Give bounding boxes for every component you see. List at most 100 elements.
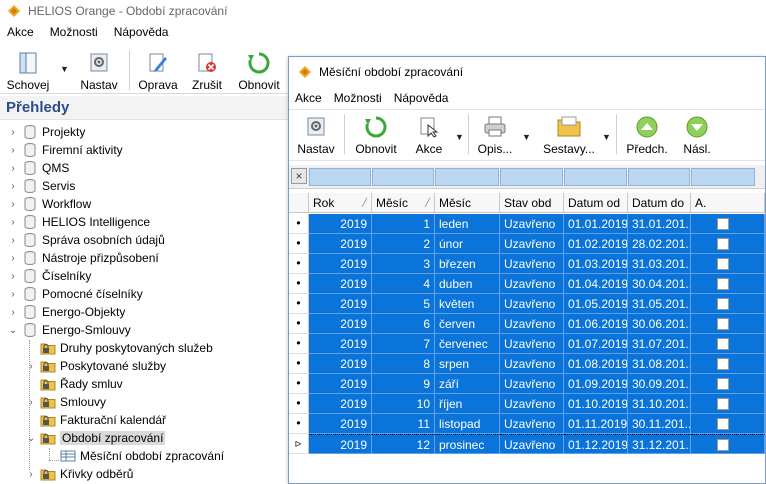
child-opis-button[interactable]: Opis... [475, 112, 515, 156]
cell-od[interactable]: 01.12.2019 [564, 434, 628, 454]
column-header-nazev[interactable]: Měsíc [435, 193, 500, 213]
table-row[interactable]: • 2019 10 říjen Uzavřeno 01.10.2019 31.10.201.… [289, 394, 765, 414]
cell-od[interactable]: 01.06.2019 [564, 314, 628, 334]
chevron-right-icon[interactable]: › [6, 307, 20, 318]
table-row[interactable]: • 2019 11 listopad Uzavřeno 01.11.2019 30.11.2… [289, 414, 765, 434]
tree-item-krivky-odberu[interactable]: › Křivky odběrů [24, 465, 133, 483]
chevron-down-icon[interactable]: ⌄ [24, 433, 38, 444]
tree-item-energo-objekty[interactable]: › Energo-Objekty [6, 303, 125, 321]
tree-item-firemni-aktivity[interactable]: › Firemní aktivity [6, 141, 123, 159]
tree-item-qms[interactable]: › QMS [6, 159, 69, 177]
table-row[interactable]: • 2019 2 únor Uzavřeno 01.02.2019 28.02.201... [289, 234, 765, 254]
cell-nazev[interactable]: květen [435, 294, 500, 314]
chevron-right-icon[interactable]: › [6, 199, 20, 210]
tree-item-servis[interactable]: › Servis [6, 177, 75, 195]
cell-rok[interactable]: 2019 [309, 214, 372, 234]
filter-mesic-input[interactable] [372, 168, 434, 186]
cell-stav[interactable]: Uzavřeno [500, 234, 564, 254]
table-row[interactable]: • 2019 8 srpen Uzavřeno 01.08.2019 31.08.201..… [289, 354, 765, 374]
cell-nazev[interactable]: prosinec [435, 434, 500, 454]
tree-item-smlouvy[interactable]: › Smlouvy [24, 393, 106, 411]
cell-nazev[interactable]: únor [435, 234, 500, 254]
cell-do[interactable]: 31.10.201... [628, 394, 691, 414]
cell-mesic[interactable]: 5 [372, 294, 435, 314]
row-selector-icon[interactable]: • [289, 314, 309, 334]
child-akce-button[interactable]: Akce [409, 112, 449, 156]
cell-stav[interactable]: Uzavřeno [500, 374, 564, 394]
schovej-button[interactable]: Schovej [6, 48, 50, 92]
chevron-down-icon[interactable]: ⌄ [6, 325, 20, 336]
active-checkbox[interactable] [717, 358, 729, 370]
akce-dropdown-icon[interactable]: ▼ [455, 132, 464, 142]
current-row-indicator-icon[interactable]: ▹ [289, 434, 309, 454]
cell-do[interactable]: 31.08.201... [628, 354, 691, 374]
cell-nazev[interactable]: srpen [435, 354, 500, 374]
chevron-right-icon[interactable]: › [6, 235, 20, 246]
tree-item-druhy-poskytovanych-sluzeb[interactable]: Druhy poskytovaných služeb [24, 339, 213, 357]
cell-rok[interactable]: 2019 [309, 274, 372, 294]
cell-rok[interactable]: 2019 [309, 394, 372, 414]
row-selector-icon[interactable]: • [289, 394, 309, 414]
table-row[interactable]: • 2019 3 březen Uzavřeno 01.03.2019 31.03.201.… [289, 254, 765, 274]
cell-nazev[interactable]: březen [435, 254, 500, 274]
cell-do[interactable]: 31.05.201... [628, 294, 691, 314]
cell-od[interactable]: 01.02.2019 [564, 234, 628, 254]
cell-do[interactable]: 31.03.201... [628, 254, 691, 274]
active-checkbox[interactable] [717, 398, 729, 410]
cell-mesic[interactable]: 4 [372, 274, 435, 294]
active-checkbox[interactable] [717, 318, 729, 330]
menu-napoveda[interactable]: Nápověda [111, 25, 172, 39]
cell-mesic[interactable]: 7 [372, 334, 435, 354]
clear-filter-icon[interactable]: × [291, 168, 307, 184]
chevron-right-icon[interactable]: › [24, 361, 38, 372]
cell-mesic[interactable]: 10 [372, 394, 435, 414]
row-selector-icon[interactable]: • [289, 294, 309, 314]
cell-rok[interactable]: 2019 [309, 314, 372, 334]
column-header-mesic[interactable]: Měsíc ╱ [372, 193, 435, 213]
cell-do[interactable]: 30.09.201... [628, 374, 691, 394]
child-menu-moznosti[interactable]: Možnosti [334, 91, 382, 105]
table-row[interactable]: • 2019 7 červenec Uzavřeno 01.07.2019 31.07.20… [289, 334, 765, 354]
active-checkbox[interactable] [717, 378, 729, 390]
schovej-dropdown-icon[interactable]: ▼ [60, 64, 69, 74]
cell-mesic[interactable]: 3 [372, 254, 435, 274]
cell-stav[interactable]: Uzavřeno [500, 434, 564, 454]
cell-mesic[interactable]: 6 [372, 314, 435, 334]
row-selector-icon[interactable]: • [289, 414, 309, 434]
active-checkbox[interactable] [717, 278, 729, 290]
column-header-stav[interactable]: Stav obd [500, 193, 564, 213]
table-row[interactable]: • 2019 5 květen Uzavřeno 01.05.2019 31.05.201.… [289, 294, 765, 314]
column-header-datum-od[interactable]: Datum od [564, 193, 628, 213]
cell-rok[interactable]: 2019 [309, 434, 372, 454]
table-row[interactable]: ▹ 2019 12 prosinec Uzavřeno 01.12.2019 31.12.2… [289, 434, 765, 454]
cell-do[interactable]: 28.02.201... [628, 234, 691, 254]
filter-rok-input[interactable] [309, 168, 371, 186]
cell-do[interactable]: 30.04.201... [628, 274, 691, 294]
cell-do[interactable]: 31.07.201... [628, 334, 691, 354]
active-checkbox[interactable] [717, 338, 729, 350]
active-checkbox[interactable] [717, 258, 729, 270]
row-selector-icon[interactable]: • [289, 354, 309, 374]
filter-stav-input[interactable] [500, 168, 563, 186]
active-checkbox[interactable] [717, 298, 729, 310]
cell-stav[interactable]: Uzavřeno [500, 354, 564, 374]
row-selector-icon[interactable]: • [289, 334, 309, 354]
row-selector-icon[interactable]: • [289, 274, 309, 294]
table-row[interactable]: • 2019 1 leden Uzavřeno 01.01.2019 31.01.201..… [289, 214, 765, 234]
column-header-a[interactable]: A. [691, 193, 765, 213]
cell-stav[interactable]: Uzavřeno [500, 294, 564, 314]
cell-rok[interactable]: 2019 [309, 334, 372, 354]
active-checkbox[interactable] [717, 439, 729, 451]
cell-do[interactable]: 31.12.201... [628, 434, 691, 454]
cell-od[interactable]: 01.10.2019 [564, 394, 628, 414]
tree-item-mesicni-obdobi-zpracovani[interactable]: Měsíční období zpracování [44, 447, 224, 465]
tree-item-workflow[interactable]: › Workflow [6, 195, 91, 213]
cell-rok[interactable]: 2019 [309, 294, 372, 314]
chevron-right-icon[interactable]: › [6, 127, 20, 138]
obnovit-button[interactable]: Obnovit [234, 48, 284, 92]
chevron-right-icon[interactable]: › [6, 271, 20, 282]
cell-nazev[interactable]: červen [435, 314, 500, 334]
cell-stav[interactable]: Uzavřeno [500, 414, 564, 434]
cell-mesic[interactable]: 1 [372, 214, 435, 234]
menu-moznosti[interactable]: Možnosti [47, 25, 101, 39]
